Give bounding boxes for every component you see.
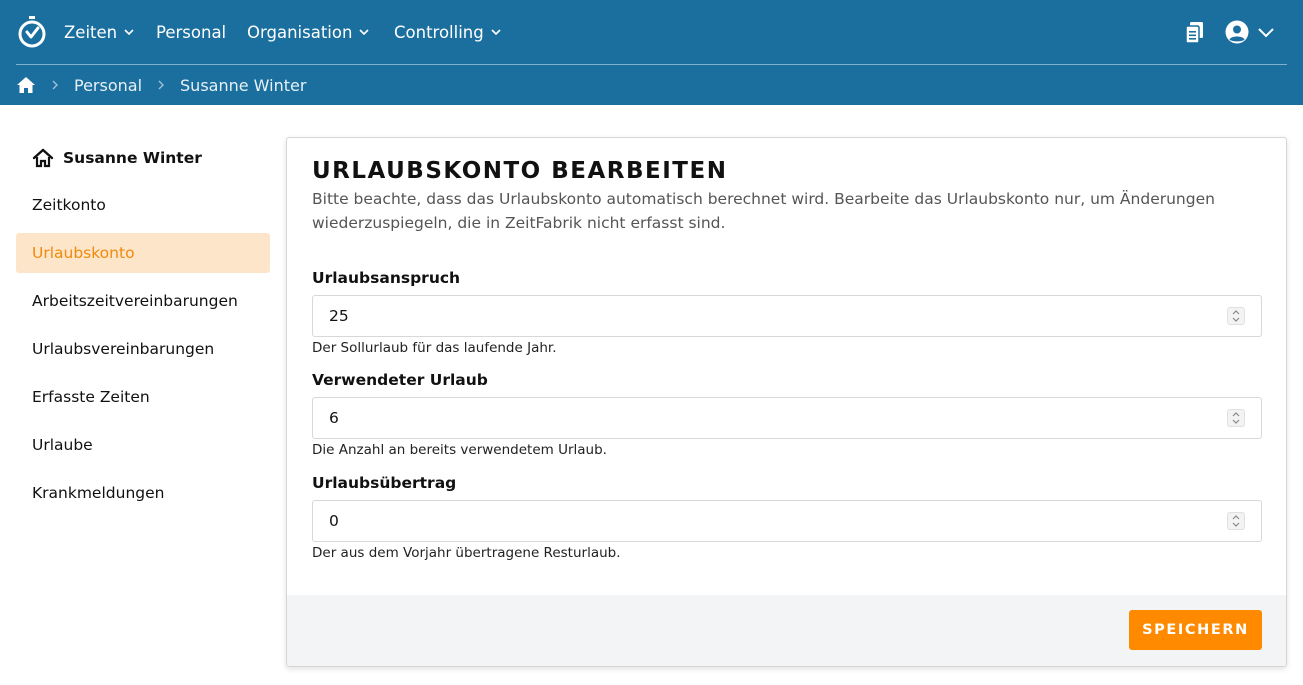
urlaubsuebertrag-input[interactable] bbox=[312, 500, 1262, 542]
sidebar-item-label: Arbeitszeitvereinbarungen bbox=[32, 292, 238, 310]
sidebar-title: Susanne Winter bbox=[32, 145, 202, 171]
chevron-down-icon bbox=[124, 29, 134, 36]
save-button[interactable]: SPEICHERN bbox=[1129, 610, 1262, 650]
nav-controlling-label: Controlling bbox=[394, 22, 484, 42]
breadcrumb: Personal Susanne Winter bbox=[16, 74, 306, 96]
breadcrumb-personal[interactable]: Personal bbox=[74, 76, 142, 95]
chevron-right-icon bbox=[52, 80, 58, 90]
sidebar-item-erfasste-zeiten[interactable]: Erfasste Zeiten bbox=[16, 377, 270, 417]
field-help-verwendeter-urlaub: Die Anzahl an bereits verwendetem Urlaub… bbox=[312, 442, 607, 458]
nav-zeiten[interactable]: Zeiten bbox=[64, 20, 135, 44]
clipboard-icon[interactable] bbox=[1185, 21, 1205, 49]
sidebar-item-zeitkonto[interactable]: Zeitkonto bbox=[16, 185, 270, 225]
nav-controlling[interactable]: Controlling bbox=[394, 20, 502, 44]
nav-zeiten-label: Zeiten bbox=[64, 22, 118, 42]
home-outline-icon bbox=[32, 148, 54, 168]
home-icon[interactable] bbox=[16, 76, 36, 94]
verwendeter-urlaub-input[interactable] bbox=[312, 397, 1262, 439]
edit-vacation-account-card: URLAUBSKONTO BEARBEITEN Bitte beachte, d… bbox=[286, 137, 1287, 667]
sidebar-item-label: Krankmeldungen bbox=[32, 484, 165, 502]
number-spinner-icon[interactable] bbox=[1227, 512, 1245, 530]
sidebar-item-label: Urlaubsvereinbarungen bbox=[32, 340, 215, 358]
sidebar-item-arbeitszeitvereinbarungen[interactable]: Arbeitszeitvereinbarungen bbox=[16, 281, 270, 321]
app-header: Zeiten Personal Organisation Controlling bbox=[0, 0, 1303, 105]
sidebar-item-label: Zeitkonto bbox=[32, 196, 106, 214]
chevron-down-icon bbox=[359, 29, 369, 36]
number-spinner-icon[interactable] bbox=[1227, 409, 1245, 427]
number-spinner-icon[interactable] bbox=[1227, 307, 1245, 325]
sidebar-item-urlaubskonto[interactable]: Urlaubskonto bbox=[16, 233, 270, 273]
nav-organisation-label: Organisation bbox=[247, 22, 353, 42]
breadcrumb-current[interactable]: Susanne Winter bbox=[180, 76, 306, 95]
user-menu-chevron-down-icon[interactable] bbox=[1257, 24, 1275, 44]
sidebar-item-urlaubsvereinbarungen[interactable]: Urlaubsvereinbarungen bbox=[16, 329, 270, 369]
sidebar-item-label: Urlaubskonto bbox=[32, 244, 135, 262]
chevron-down-icon bbox=[491, 29, 501, 36]
field-label-verwendeter-urlaub: Verwendeter Urlaub bbox=[312, 371, 488, 389]
nav-organisation[interactable]: Organisation bbox=[247, 20, 370, 44]
field-label-urlaubsanspruch: Urlaubsanspruch bbox=[312, 269, 461, 287]
sidebar-item-urlaube[interactable]: Urlaube bbox=[16, 425, 270, 465]
user-circle-icon[interactable] bbox=[1225, 20, 1249, 48]
top-navbar: Zeiten Personal Organisation Controlling bbox=[0, 0, 1303, 64]
field-help-urlaubsuebertrag: Der aus dem Vorjahr übertragene Resturla… bbox=[312, 545, 621, 561]
nav-personal[interactable]: Personal bbox=[156, 20, 226, 44]
sidebar-title-label: Susanne Winter bbox=[63, 149, 202, 167]
urlaubsanspruch-input[interactable] bbox=[312, 295, 1262, 337]
sidebar-item-label: Erfasste Zeiten bbox=[32, 388, 150, 406]
chevron-right-icon bbox=[158, 80, 165, 90]
field-label-urlaubsuebertrag: Urlaubsübertrag bbox=[312, 474, 457, 492]
sidebar-item-label: Urlaube bbox=[32, 436, 93, 454]
card-footer: SPEICHERN bbox=[287, 595, 1286, 666]
header-divider bbox=[16, 64, 1287, 65]
field-help-urlaubsanspruch: Der Sollurlaub für das laufende Jahr. bbox=[312, 340, 557, 356]
nav-personal-label: Personal bbox=[156, 22, 227, 42]
stopwatch-logo-icon[interactable] bbox=[17, 15, 47, 49]
card-description: Bitte beachte, dass das Urlaubskonto aut… bbox=[312, 190, 1215, 232]
card-title: URLAUBSKONTO BEARBEITEN bbox=[312, 158, 728, 184]
sidebar-item-krankmeldungen[interactable]: Krankmeldungen bbox=[16, 473, 270, 513]
